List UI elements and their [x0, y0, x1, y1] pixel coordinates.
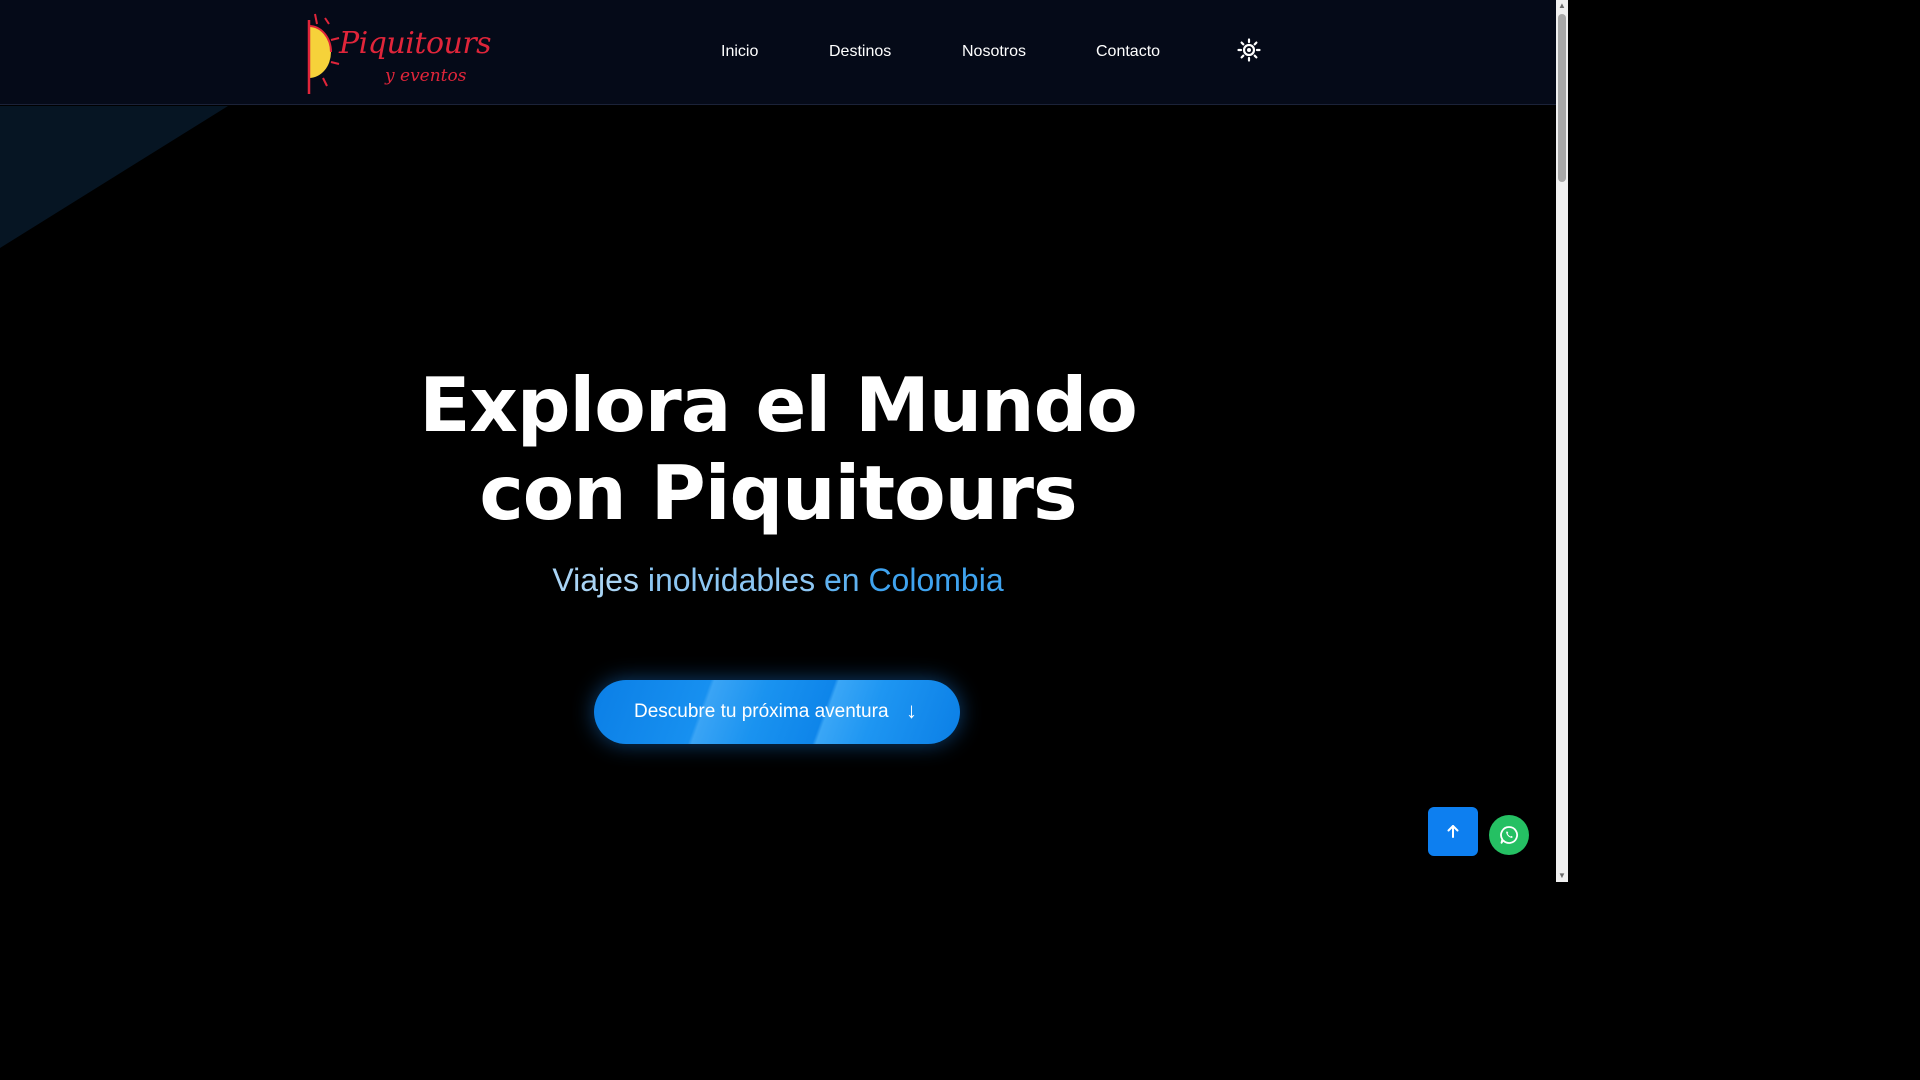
whatsapp-icon [1500, 826, 1518, 844]
hero-subtitle-word-1: Viajes [552, 562, 639, 598]
vertical-scrollbar[interactable]: ▲ ▼ [1556, 0, 1568, 882]
theme-toggle-button[interactable] [1237, 38, 1261, 62]
navbar: Piquitours y eventos Inicio Destinos Nos… [0, 0, 1556, 105]
hero-subtitle-word-4: Colombia [868, 562, 1004, 598]
hero-subtitle: Viajes inolvidables en Colombia [0, 560, 1556, 600]
hero-subtitle-word-3: en [823, 562, 860, 598]
sun-icon [1237, 38, 1261, 62]
cta-label: Descubre tu próxima aventura [634, 701, 889, 722]
hero-title: Explora el Mundo con Piquitours [0, 361, 1556, 537]
hero-title-line-1: Explora el Mundo [419, 361, 1138, 449]
hero-title-line-2: con Piquitours [479, 449, 1077, 537]
back-to-top-button[interactable] [1428, 807, 1478, 856]
arrow-down-icon: ↓ [906, 698, 917, 723]
whatsapp-button[interactable] [1489, 815, 1529, 855]
logo-subtext: y eventos [385, 66, 467, 86]
main-nav: Inicio Destinos Nosotros Contacto [0, 40, 1556, 64]
nav-link-destinos[interactable]: Destinos [829, 40, 891, 64]
hero-subtitle-word-2: inolvidables [647, 562, 816, 598]
nav-link-contacto[interactable]: Contacto [1096, 40, 1160, 64]
nav-link-nosotros[interactable]: Nosotros [962, 40, 1026, 64]
nav-link-inicio[interactable]: Inicio [721, 40, 758, 64]
scroll-up-arrow-icon[interactable]: ▲ [1556, 0, 1568, 12]
hero-section: Explora el Mundo con Piquitours Viajes i… [0, 106, 1556, 882]
scroll-down-arrow-icon[interactable]: ▼ [1556, 870, 1568, 882]
discover-adventure-button[interactable]: Descubre tu próxima aventura ↓ [594, 680, 960, 744]
arrow-up-icon [1447, 825, 1459, 838]
page: Piquitours y eventos Inicio Destinos Nos… [0, 0, 1568, 882]
scrollbar-thumb[interactable] [1558, 14, 1566, 182]
